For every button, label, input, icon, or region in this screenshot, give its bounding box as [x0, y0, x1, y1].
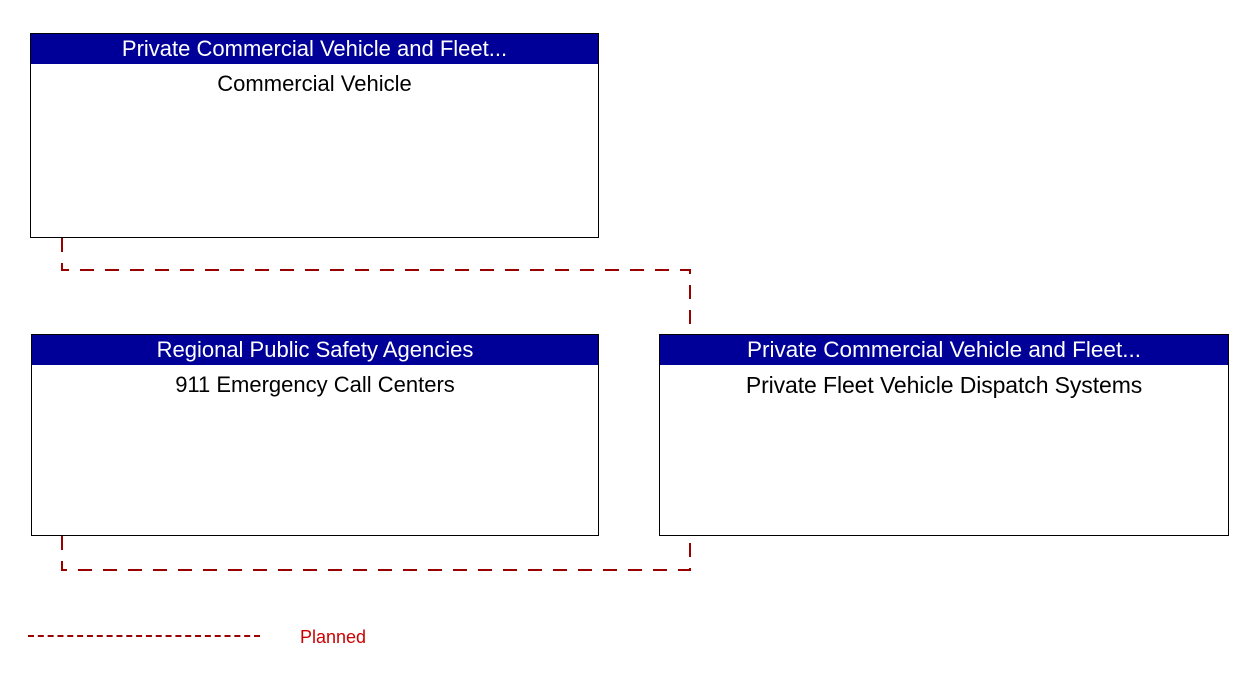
- node-commercial-vehicle-stakeholder: Private Commercial Vehicle and Fleet...: [31, 34, 598, 64]
- flow-line-911-call-centers-to-fleet-dispatch: [61, 536, 691, 571]
- node-911-emergency-call-centers-label: 911 Emergency Call Centers: [175, 372, 455, 397]
- node-commercial-vehicle-label: Commercial Vehicle: [217, 71, 412, 96]
- node-commercial-vehicle[interactable]: Private Commercial Vehicle and Fleet... …: [30, 33, 599, 238]
- legend: Planned: [28, 626, 448, 660]
- node-private-fleet-vehicle-dispatch-systems[interactable]: Private Commercial Vehicle and Fleet... …: [659, 334, 1229, 536]
- legend-planned-label: Planned: [300, 627, 367, 647]
- node-private-fleet-vehicle-dispatch-systems-label: Private Fleet Vehicle Dispatch Systems: [745, 372, 1143, 398]
- planned-dashed-line-swatch-icon: [28, 635, 260, 637]
- node-private-fleet-vehicle-dispatch-systems-stakeholder: Private Commercial Vehicle and Fleet...: [660, 335, 1228, 365]
- node-911-emergency-call-centers-stakeholder: Regional Public Safety Agencies: [32, 335, 598, 365]
- flow-line-commercial-vehicle-to-fleet-dispatch: [61, 238, 691, 334]
- node-911-emergency-call-centers[interactable]: Regional Public Safety Agencies 911 Emer…: [31, 334, 599, 536]
- diagram-canvas: Private Commercial Vehicle and Fleet... …: [0, 0, 1252, 688]
